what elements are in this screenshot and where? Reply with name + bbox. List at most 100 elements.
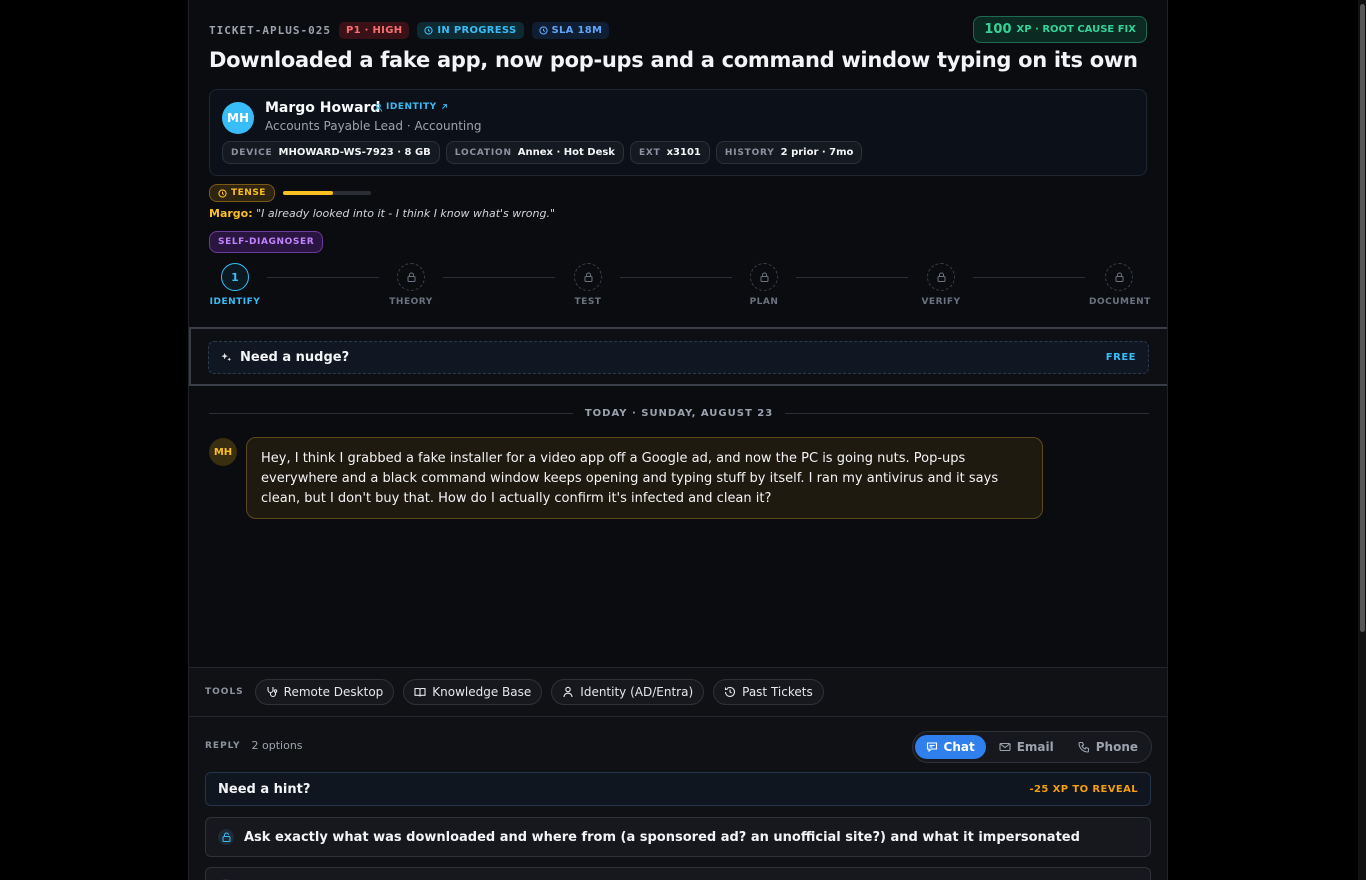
date-separator-label: TODAY · SUNDAY, AUGUST 23 <box>584 407 774 419</box>
step-test: TEST <box>558 263 618 307</box>
ticket-title: Downloaded a fake app, now pop-ups and a… <box>209 48 1138 72</box>
caller-quote: Margo: "I already looked into it - I thi… <box>209 207 555 220</box>
clock-icon <box>218 188 227 198</box>
xp-value: 100 <box>984 22 1012 37</box>
clock-icon <box>424 25 434 35</box>
persona-tag: SELF-DIAGNOSER <box>209 231 324 253</box>
caller-name: Margo Howard <box>265 100 381 116</box>
reply-header: REPLY 2 options <box>205 739 303 752</box>
xp-reward-badge: 100 XP · ROOT CAUSE FIX <box>973 16 1147 43</box>
step-label: VERIFY <box>921 297 961 307</box>
hint-cost: -25 XP TO REVEAL <box>1029 783 1138 795</box>
lock-icon <box>750 263 778 291</box>
sparkle-icon <box>221 352 232 362</box>
step-label: IDENTIFY <box>209 297 261 307</box>
reply-option[interactable] <box>205 867 1151 880</box>
stethoscope-icon <box>267 687 277 698</box>
channel-tabs: Chat Email Phone <box>911 731 1152 763</box>
step-connector <box>973 277 1085 278</box>
message-avatar: MH <box>209 438 237 466</box>
unlock-icon <box>218 829 234 845</box>
divider <box>209 412 573 414</box>
meta-value: 2 prior · 7mo <box>780 147 854 158</box>
caller-role: Accounts Payable Lead · Accounting <box>265 119 482 133</box>
caller-avatar: MH <box>222 102 254 134</box>
tab-chat[interactable]: Chat <box>914 735 986 759</box>
step-identify[interactable]: 1 IDENTIFY <box>205 263 265 307</box>
step-connector <box>267 277 379 278</box>
mood-meter-fill <box>282 191 334 195</box>
mood-indicator: TENSE <box>209 184 371 202</box>
tab-phone[interactable]: Phone <box>1067 735 1149 759</box>
tool-identity-button[interactable]: Identity (AD/Entra) <box>551 679 705 705</box>
book-icon <box>414 687 426 697</box>
ticket-id: TICKET-APLUS-025 <box>209 23 331 37</box>
identity-link-label: IDENTITY <box>386 102 437 112</box>
caller-message-bubble: Hey, I think I grabbed a fake installer … <box>246 437 1043 519</box>
ticket-page: TICKET-APLUS-025 P1 · HIGH IN PROGRESS S… <box>188 0 1168 880</box>
user-icon <box>374 103 383 112</box>
meta-key: EXT <box>638 147 661 158</box>
step-plan: PLAN <box>734 263 794 307</box>
status-badge: IN PROGRESS <box>417 21 524 39</box>
sla-text: SLA 18M <box>551 24 603 36</box>
reply-panel: REPLY 2 options Chat Email Phone Need a … <box>189 717 1167 880</box>
tools-bar: TOOLS Remote Desktop Knowledge Base Iden… <box>189 667 1167 717</box>
meta-value: MHOWARD-WS-7923 · 8 GB <box>278 147 431 158</box>
meta-chip-location: LOCATION Annex · Hot Desk <box>445 141 624 164</box>
tab-label: Email <box>1016 740 1054 754</box>
reply-option[interactable]: Ask exactly what was downloaded and wher… <box>205 817 1151 857</box>
reply-option-text: Ask exactly what was downloaded and wher… <box>244 829 1080 845</box>
nudge-label: Need a nudge? <box>240 350 350 365</box>
tab-email[interactable]: Email <box>988 735 1065 759</box>
step-label: THEORY <box>389 297 433 307</box>
caller-meta-row: DEVICE MHOWARD-WS-7923 · 8 GB LOCATION Ann… <box>222 141 863 164</box>
status-text: IN PROGRESS <box>437 24 517 36</box>
tab-label: Chat <box>943 740 975 754</box>
tool-knowledge-base-button[interactable]: Knowledge Base <box>403 679 543 705</box>
nudge-panel: Need a nudge? FREE <box>189 327 1167 386</box>
step-verify: VERIFY <box>911 263 971 307</box>
meta-key: HISTORY <box>724 147 775 158</box>
tab-label: Phone <box>1095 740 1138 754</box>
troubleshooting-stepper: 1 IDENTIFY THEORY TEST PLAN VERIFY DOCUM… <box>209 263 1150 311</box>
history-icon <box>725 686 736 698</box>
step-document: DOCUMENT <box>1089 263 1150 307</box>
date-separator: TODAY · SUNDAY, AUGUST 23 <box>209 405 1150 421</box>
lock-icon <box>397 263 425 291</box>
timer-icon <box>538 25 548 35</box>
hint-reveal-button[interactable]: Need a hint? -25 XP TO REVEAL <box>205 772 1151 806</box>
tool-remote-desktop-button[interactable]: Remote Desktop <box>254 679 395 705</box>
nudge-free-badge: FREE <box>1105 352 1136 363</box>
priority-badge: P1 · HIGH <box>338 21 410 39</box>
mood-badge: TENSE <box>209 184 275 202</box>
hint-label: Need a hint? <box>218 781 311 797</box>
meta-chip-device: DEVICE MHOWARD-WS-7923 · 8 GB <box>222 141 440 164</box>
tool-past-tickets-button[interactable]: Past Tickets <box>713 679 824 705</box>
tools-label: TOOLS <box>205 687 244 697</box>
quote-speaker: Margo: <box>209 207 253 220</box>
reply-label: REPLY <box>205 740 241 751</box>
meta-value: Annex · Hot Desk <box>517 147 615 158</box>
step-label: TEST <box>574 297 602 307</box>
identity-link[interactable]: IDENTITY <box>374 102 448 112</box>
nudge-button[interactable]: Need a nudge? FREE <box>208 341 1149 374</box>
scrollbar-thumb[interactable] <box>1360 4 1365 632</box>
step-label: PLAN <box>749 297 779 307</box>
meta-chip-history: HISTORY 2 prior · 7mo <box>715 141 863 164</box>
divider <box>785 412 1150 414</box>
meta-value: x3101 <box>666 147 701 158</box>
tool-label: Past Tickets <box>742 685 813 699</box>
quote-text: "I already looked into it - I think I kn… <box>256 207 556 220</box>
mail-icon <box>999 742 1011 752</box>
user-icon <box>563 686 573 698</box>
step-connector <box>796 277 908 278</box>
page-scrollbar[interactable] <box>1358 0 1366 880</box>
reply-options-count: 2 options <box>251 739 303 752</box>
mood-label: TENSE <box>231 188 266 198</box>
lock-icon <box>927 263 955 291</box>
ticket-header: TICKET-APLUS-025 P1 · HIGH IN PROGRESS S… <box>209 16 1147 44</box>
tool-label: Identity (AD/Entra) <box>580 685 694 699</box>
meta-chip-ext: EXT x3101 <box>629 141 710 164</box>
external-link-icon <box>441 104 447 109</box>
